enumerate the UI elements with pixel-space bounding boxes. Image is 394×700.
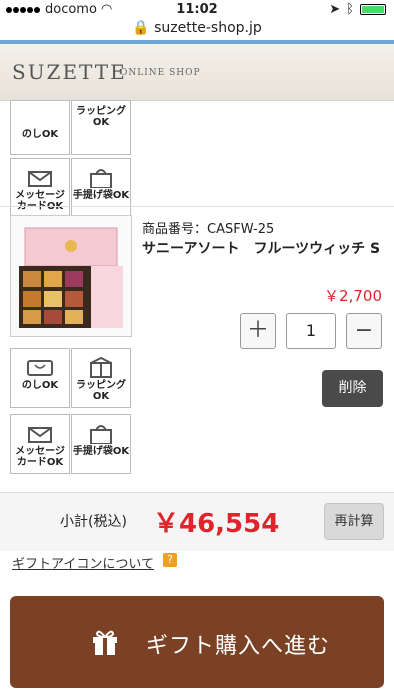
gift-icon-wrapping: ラッピングOK	[71, 348, 131, 408]
gift-wrap-icon	[90, 356, 112, 378]
address-bar[interactable]: 🔒 suzette-shop.jp	[0, 20, 394, 40]
proceed-gift-purchase-button[interactable]: ギフト購入へ進む	[10, 596, 384, 688]
item-divider	[0, 206, 394, 207]
gift-icon-message-card: メッセージカードOK	[10, 158, 70, 218]
site-logo-sub: ONLINE SHOP	[120, 68, 201, 78]
quantity-input[interactable]: 1	[286, 313, 336, 349]
gift-icon-bag: 手提げ袋OK	[71, 414, 131, 474]
lock-icon: 🔒	[132, 20, 150, 36]
status-bar: docomo ◠ 11:02 ➤ ᛒ	[0, 0, 394, 20]
product-code: 商品番号：CASFW-25	[142, 222, 275, 237]
site-header: SUZETTE ONLINE SHOP	[0, 44, 394, 101]
status-right: ➤ ᛒ	[329, 2, 386, 17]
subtotal-value: ￥46,554	[153, 509, 280, 539]
product-image	[19, 227, 123, 328]
bluetooth-icon: ᛒ	[346, 2, 354, 17]
url-text: suzette-shop.jp	[154, 20, 262, 36]
message-card-icon	[28, 427, 52, 443]
shopping-bag-icon	[90, 169, 112, 188]
location-arrow-icon: ➤	[329, 2, 341, 17]
gift-icon-bag: 手提げ袋OK	[71, 158, 131, 218]
gift-icon-info-link[interactable]: ギフトアイコンについて	[12, 553, 154, 572]
noshi-icon	[27, 360, 53, 376]
help-icon[interactable]: ?	[163, 553, 177, 567]
subtotal-label: 小計(税込)	[60, 514, 127, 530]
product-price: ￥2,700	[324, 287, 382, 305]
gift-icon-wrapping: ラッピングOK	[71, 100, 131, 155]
battery-icon	[360, 4, 386, 15]
site-logo[interactable]: SUZETTE	[12, 60, 127, 84]
recalculate-button[interactable]: 再計算	[324, 503, 384, 540]
quantity-plus-button[interactable]: ＋	[240, 313, 276, 349]
product-thumbnail[interactable]	[10, 215, 132, 337]
delete-button[interactable]: 削除	[322, 370, 383, 407]
gift-icon-message-card: メッセージカードOK	[10, 414, 70, 474]
gift-icon-noshi: のしOK	[10, 348, 70, 408]
gift-icon-noshi: のしOK	[10, 100, 70, 155]
quantity-minus-button[interactable]: −	[346, 313, 382, 349]
proceed-button-label: ギフト購入へ進む	[146, 634, 331, 659]
subtotal-section: 小計(税込) ￥46,554 再計算	[0, 493, 394, 551]
shopping-bag-icon	[90, 425, 112, 444]
product-name[interactable]: サニーアソート フルーツウィッチ S	[142, 238, 387, 260]
message-card-icon	[28, 171, 52, 187]
gift-box-icon	[93, 630, 117, 655]
